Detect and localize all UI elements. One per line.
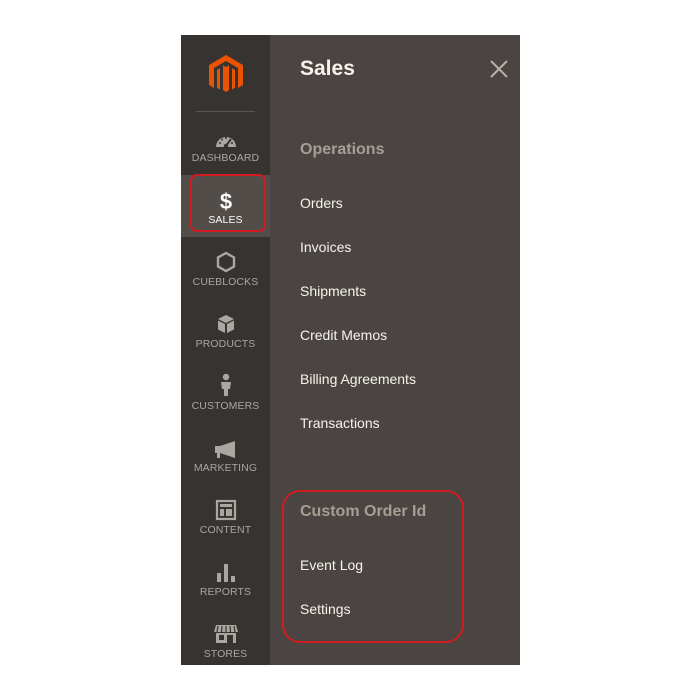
section-title-operations: Operations bbox=[300, 141, 385, 158]
svg-text:$: $ bbox=[219, 189, 231, 211]
nav-item-label: Dashboard bbox=[191, 152, 260, 164]
menu-link-credit-memos[interactable]: Credit Memos bbox=[300, 327, 387, 343]
nav-item-label: Marketing bbox=[193, 462, 258, 474]
nav-item-label: Content bbox=[199, 524, 252, 536]
nav-item-label: Reports bbox=[199, 586, 252, 598]
nav-item-label: CueBlocks bbox=[192, 276, 259, 288]
nav-item-products[interactable]: Products bbox=[181, 299, 270, 361]
nav-item-reports[interactable]: Reports bbox=[181, 547, 270, 609]
close-icon bbox=[490, 60, 508, 78]
admin-menu: Dashboard $ Sales CueBlocks bbox=[181, 35, 520, 665]
logo[interactable] bbox=[181, 35, 270, 112]
nav-item-label: Sales bbox=[208, 214, 243, 226]
hexagon-icon bbox=[216, 251, 236, 273]
nav-item-label: Stores bbox=[203, 648, 248, 660]
nav-divider bbox=[196, 111, 255, 112]
nav-item-dashboard[interactable]: Dashboard bbox=[181, 113, 270, 175]
menu-link-event-log[interactable]: Event Log bbox=[300, 557, 363, 573]
person-icon bbox=[218, 373, 234, 397]
layout-icon bbox=[215, 499, 237, 521]
nav-item-stores[interactable]: Stores bbox=[181, 609, 270, 671]
nav-item-label: Products bbox=[195, 338, 256, 350]
sales-submenu-panel: Sales Operations Orders Invoices Shipmen… bbox=[270, 35, 520, 665]
panel-title: Sales bbox=[300, 57, 355, 80]
nav-item-content[interactable]: Content bbox=[181, 485, 270, 547]
magento-logo-icon bbox=[208, 54, 243, 92]
menu-link-orders[interactable]: Orders bbox=[300, 195, 343, 211]
sidebar-nav: Dashboard $ Sales CueBlocks bbox=[181, 35, 270, 665]
store-icon bbox=[213, 623, 239, 645]
nav-item-customers[interactable]: Customers bbox=[181, 361, 270, 423]
nav-item-label: Customers bbox=[191, 400, 260, 412]
nav-item-marketing[interactable]: Marketing bbox=[181, 423, 270, 485]
menu-link-billing-agreements[interactable]: Billing Agreements bbox=[300, 371, 416, 387]
menu-link-shipments[interactable]: Shipments bbox=[300, 283, 366, 299]
menu-link-invoices[interactable]: Invoices bbox=[300, 239, 351, 255]
megaphone-icon bbox=[213, 437, 239, 459]
dashboard-icon bbox=[214, 127, 238, 149]
section-title-custom-order-id: Custom Order Id bbox=[300, 503, 427, 520]
menu-link-transactions[interactable]: Transactions bbox=[300, 415, 380, 431]
close-button[interactable] bbox=[488, 58, 510, 80]
bar-chart-icon bbox=[215, 561, 237, 583]
dollar-icon: $ bbox=[218, 189, 234, 211]
nav-item-sales[interactable]: $ Sales bbox=[181, 175, 270, 237]
menu-link-settings[interactable]: Settings bbox=[300, 601, 351, 617]
box-icon bbox=[215, 313, 237, 335]
nav-item-cueblocks[interactable]: CueBlocks bbox=[181, 237, 270, 299]
